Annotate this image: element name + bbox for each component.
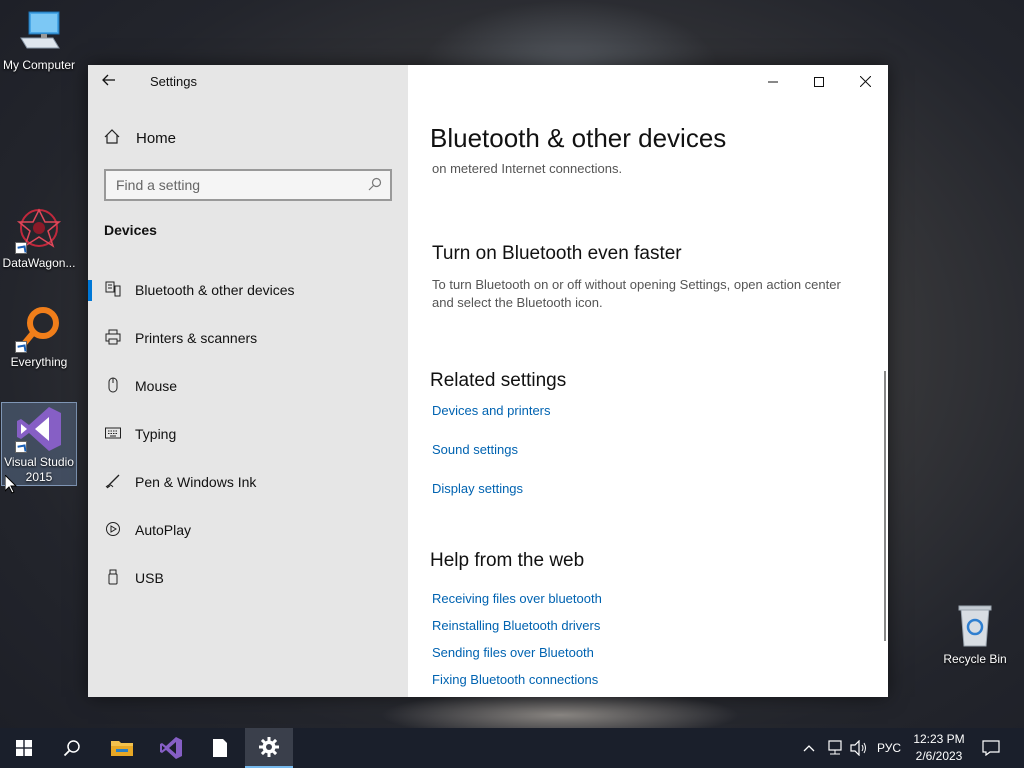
nav-home[interactable]: Home	[104, 129, 176, 148]
link-fixing-connections[interactable]: Fixing Bluetooth connections	[432, 672, 598, 687]
link-sound-settings[interactable]: Sound settings	[432, 442, 518, 457]
close-button[interactable]	[842, 65, 888, 98]
desktop-icon-label: DataWagon...	[2, 256, 76, 270]
clock-time: 12:23 PM	[913, 732, 965, 746]
keyboard-icon	[104, 426, 122, 442]
nav-item-usb[interactable]: USB	[88, 558, 408, 598]
search-icon	[63, 740, 80, 757]
link-reinstalling-drivers[interactable]: Reinstalling Bluetooth drivers	[432, 618, 600, 633]
link-display-settings[interactable]: Display settings	[432, 481, 523, 496]
show-hidden-icons-button[interactable]	[802, 728, 816, 768]
search-button[interactable]	[48, 728, 96, 768]
maximize-button[interactable]	[796, 65, 842, 98]
close-icon	[859, 76, 871, 87]
nav-item-mouse[interactable]: Mouse	[88, 366, 408, 406]
datawagon-icon	[15, 206, 63, 254]
desktop-icon-everything[interactable]: Everything	[1, 305, 77, 370]
desktop-icon-my-computer[interactable]: My Computer	[1, 8, 77, 73]
speaker-icon	[850, 740, 866, 756]
nav-item-label: AutoPlay	[135, 522, 192, 538]
maximize-icon	[814, 76, 824, 87]
shortcut-arrow-icon	[15, 441, 27, 453]
start-button[interactable]	[0, 728, 48, 768]
desktop-icon-visual-studio[interactable]: Visual Studio 2015	[1, 402, 77, 486]
desktop-icon-recycle-bin[interactable]: Recycle Bin	[937, 602, 1013, 667]
network-tray-button[interactable]	[826, 728, 844, 768]
nav-item-label: USB	[135, 570, 164, 586]
clock-date: 2/6/2023	[915, 749, 963, 763]
desktop-icon-label: Recycle Bin	[943, 652, 1007, 666]
mouse-icon	[104, 377, 122, 396]
printer-icon	[104, 329, 122, 348]
metered-text: on metered Internet connections.	[432, 161, 623, 176]
home-icon	[104, 129, 122, 148]
faster-text: To turn Bluetooth on or off without open…	[432, 277, 841, 310]
autoplay-icon	[104, 521, 122, 540]
nav-item-label: Pen & Windows Ink	[135, 474, 257, 490]
visual-studio-icon	[160, 737, 182, 759]
taskbar-visual-studio[interactable]	[147, 728, 195, 768]
back-arrow-icon[interactable]	[102, 73, 122, 91]
network-icon	[828, 740, 842, 755]
windows-logo-icon	[16, 740, 32, 756]
help-heading: Help from the web	[430, 550, 585, 571]
volume-tray-button[interactable]	[850, 728, 868, 768]
shortcut-arrow-icon	[15, 341, 27, 353]
nav-item-typing[interactable]: Typing	[88, 414, 408, 454]
page-title: Bluetooth & other devices	[430, 123, 727, 153]
related-settings-heading: Related settings	[430, 370, 567, 391]
recycle-bin-icon	[951, 602, 999, 650]
clock[interactable]: 12:23 PM 2/6/2023	[904, 731, 974, 765]
taskbar: РУС 12:23 PM 2/6/2023	[0, 728, 1024, 768]
search-icon	[368, 177, 382, 191]
everything-search-icon	[15, 305, 63, 353]
nav-item-label: Mouse	[135, 378, 178, 394]
chevron-up-icon	[803, 745, 815, 752]
document-icon	[213, 739, 227, 757]
nav-item-label: Printers & scanners	[135, 330, 258, 346]
faster-heading: Turn on Bluetooth even faster	[432, 243, 682, 264]
nav-section-devices: Devices	[104, 222, 157, 238]
folder-icon	[111, 741, 133, 756]
gear-icon	[259, 737, 279, 757]
input-language-button[interactable]: РУС	[877, 728, 901, 768]
taskbar-notepad[interactable]	[196, 728, 244, 768]
nav-item-autoplay[interactable]: AutoPlay	[88, 510, 408, 550]
nav-item-printers[interactable]: Printers & scanners	[88, 318, 408, 358]
shortcut-arrow-icon	[15, 242, 27, 254]
action-center-button[interactable]	[982, 728, 1000, 768]
notification-icon	[982, 740, 1000, 756]
desktop-icon-label: My Computer	[2, 58, 76, 72]
title-bar[interactable]: Settings	[88, 65, 408, 98]
minimize-button[interactable]	[750, 65, 796, 98]
pen-icon	[104, 473, 122, 492]
nav-home-label: Home	[136, 130, 177, 147]
minimize-icon	[768, 81, 778, 82]
taskbar-settings[interactable]	[245, 728, 293, 768]
content-scrollbar[interactable]	[884, 371, 886, 641]
settings-window: Settings Home Find a setting Devices Blu…	[88, 65, 888, 697]
visual-studio-icon	[15, 405, 63, 453]
nav-item-bluetooth[interactable]: Bluetooth & other devices	[88, 270, 408, 310]
search-input[interactable]: Find a setting	[104, 169, 392, 201]
computer-icon	[15, 8, 63, 56]
link-devices-and-printers[interactable]: Devices and printers	[432, 403, 551, 418]
usb-icon	[104, 569, 122, 588]
link-sending-files[interactable]: Sending files over Bluetooth	[432, 645, 594, 660]
desktop-icon-label: Everything	[10, 355, 68, 369]
window-title: Settings	[150, 74, 197, 89]
bluetooth-devices-icon	[104, 281, 122, 300]
nav-item-label: Typing	[135, 426, 177, 442]
settings-nav-pane: Settings Home Find a setting Devices Blu…	[88, 65, 408, 697]
search-placeholder: Find a setting	[116, 177, 201, 193]
desktop-icon-datawagon[interactable]: DataWagon...	[1, 206, 77, 271]
mouse-cursor-icon	[5, 475, 17, 494]
nav-item-label: Bluetooth & other devices	[135, 282, 295, 298]
link-receiving-files[interactable]: Receiving files over bluetooth	[432, 591, 602, 606]
settings-content-pane: Bluetooth & other devices on metered Int…	[408, 65, 888, 697]
nav-item-pen[interactable]: Pen & Windows Ink	[88, 462, 408, 502]
taskbar-file-explorer[interactable]	[98, 728, 146, 768]
